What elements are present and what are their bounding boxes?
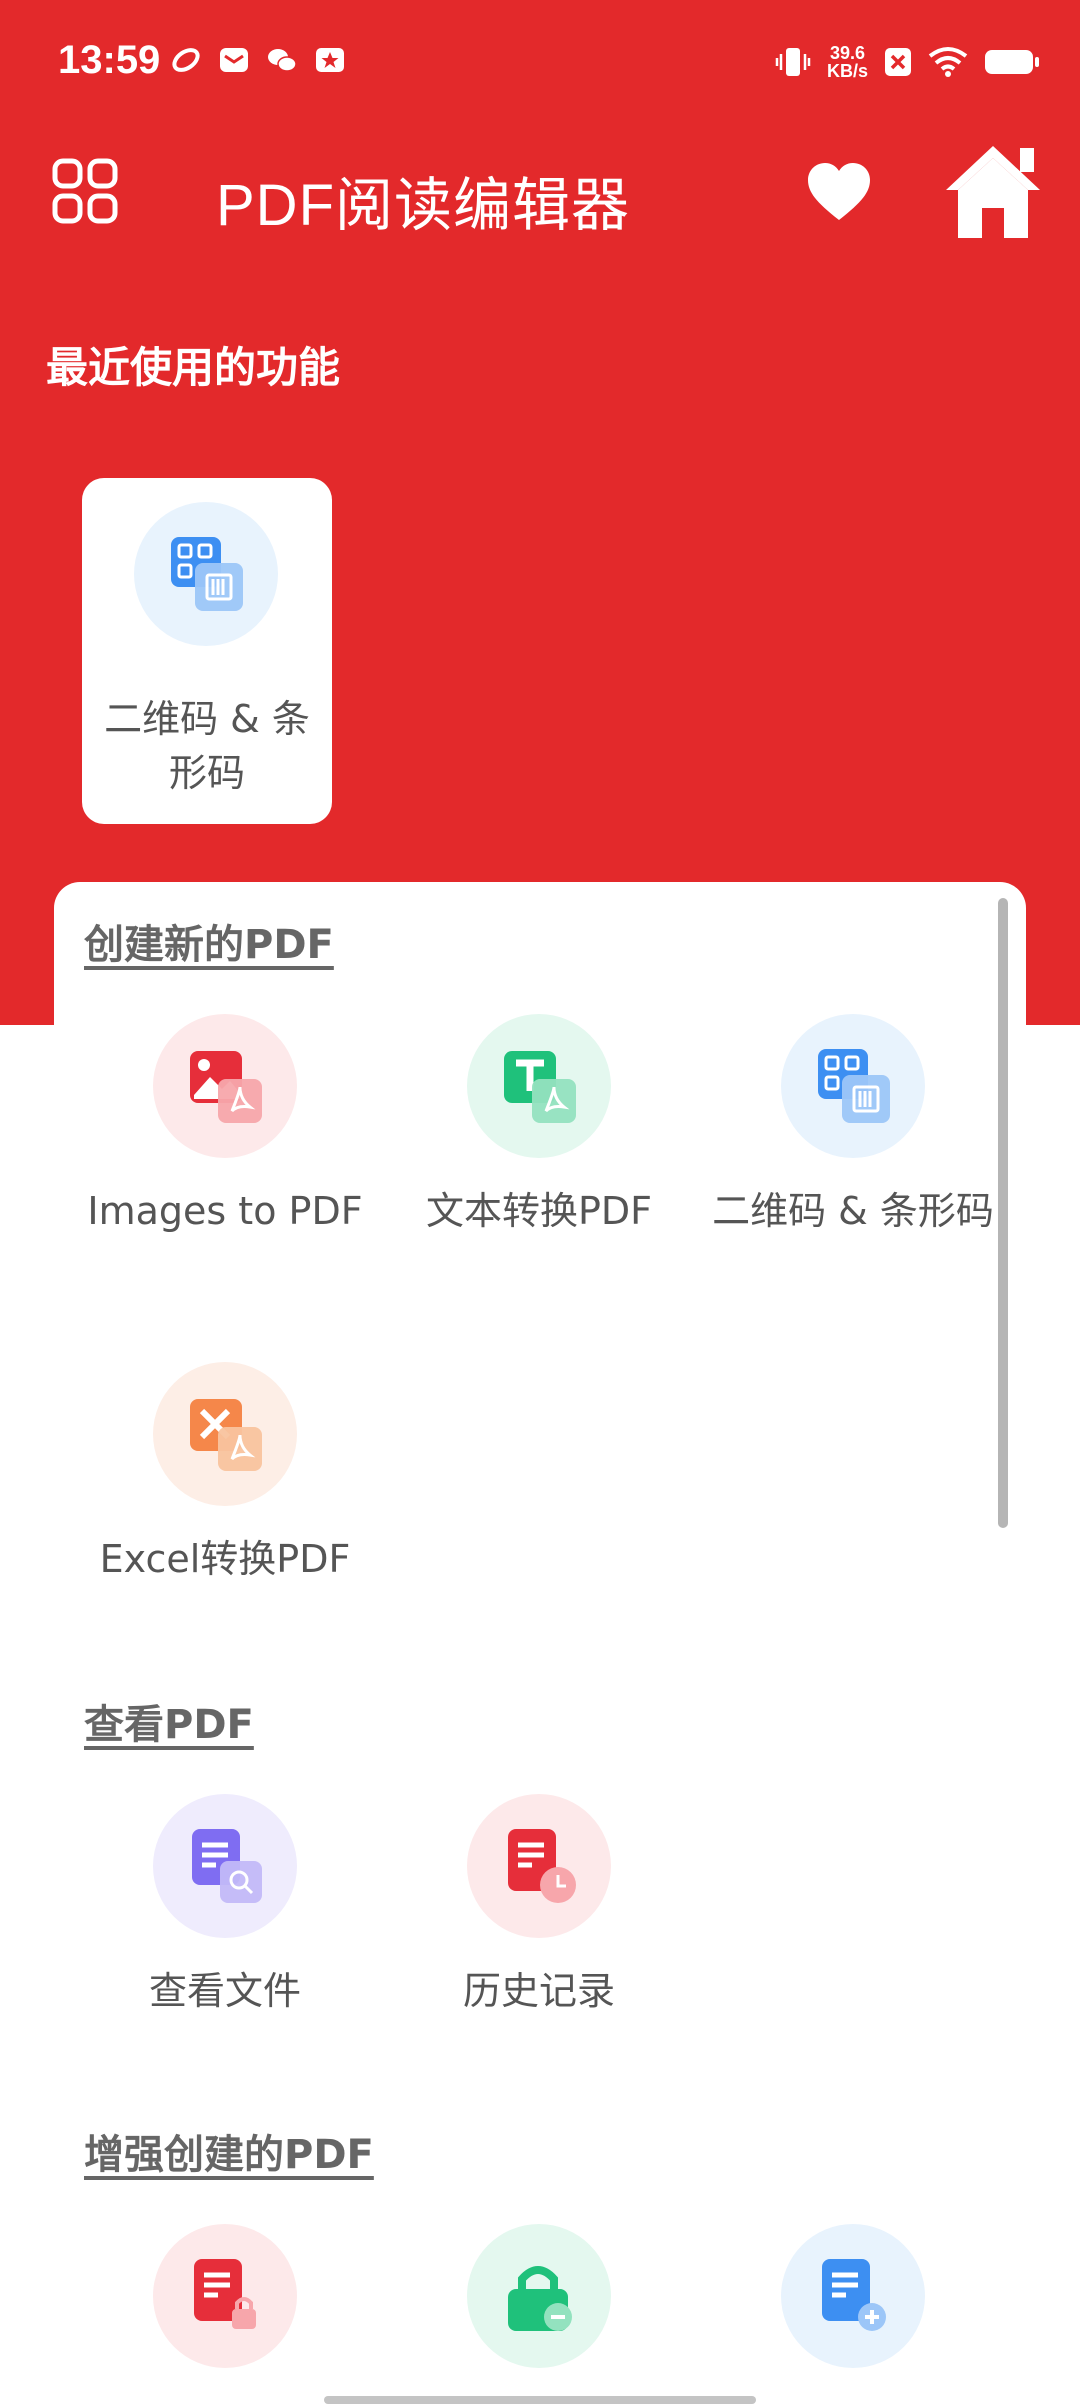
heart-icon [808, 163, 870, 220]
vibrate-icon [775, 44, 811, 80]
tile-qr-barcode[interactable]: 二维码 & 条形码 [696, 1014, 1010, 1238]
tile-history[interactable]: 历史记录 [382, 1794, 696, 2018]
grid-icon [52, 158, 118, 224]
unlock-pdf-icon [467, 2224, 611, 2368]
qr-barcode-icon [134, 502, 278, 646]
add-page-icon [781, 2224, 925, 2368]
tile-label: 查看文件 [148, 1969, 301, 2013]
section-title-enhance: 增强创建的PDF [84, 2132, 374, 2178]
notification-icons [170, 44, 346, 76]
home-indicator[interactable] [324, 2396, 756, 2404]
app-title: PDF阅读编辑器 [216, 173, 631, 238]
tile-label: 历史记录 [462, 1969, 615, 2013]
view-file-icon [153, 1794, 297, 1938]
app-notification-icon [170, 44, 202, 76]
history-icon [467, 1794, 611, 1938]
recent-title: 最近使用的功能 [46, 343, 341, 392]
tile-label: Excel转换PDF [99, 1537, 351, 1581]
battery-icon [984, 48, 1040, 76]
tile-label: 二维码 & 条形码 [712, 1189, 994, 1233]
lock-pdf-icon [153, 2224, 297, 2368]
star-notification-icon [314, 44, 346, 76]
excel-to-pdf-icon [153, 1362, 297, 1506]
status-right: 39.6 KB/s [775, 44, 1040, 80]
tile-excel-to-pdf[interactable]: Excel转换PDF [68, 1362, 382, 1586]
tile-label: Images to PDF [87, 1189, 363, 1233]
status-bar: 13:59 39.6 KB/s [0, 0, 1080, 130]
section-title-view: 查看PDF [84, 1702, 254, 1748]
feature-card: 创建新的PDF Images to PDF 文本转换PDF 二维码 & 条形码 … [54, 882, 1026, 2408]
wifi-icon [928, 46, 968, 78]
net-speed: 39.6 KB/s [826, 43, 868, 81]
home-icon [946, 146, 1040, 238]
qr-barcode-icon [781, 1014, 925, 1158]
tile-add-page[interactable] [696, 2224, 1010, 2394]
mail-notification-icon [218, 44, 250, 76]
tile-view-file[interactable]: 查看文件 [68, 1794, 382, 2018]
home-button[interactable] [940, 140, 1046, 246]
grid-menu-button[interactable] [52, 158, 118, 224]
favorite-button[interactable] [806, 160, 872, 226]
tile-label: 文本转换PDF [425, 1189, 653, 1233]
status-time: 13:59 [58, 38, 161, 82]
section-title-create: 创建新的PDF [84, 922, 334, 968]
image-to-pdf-icon [153, 1014, 297, 1158]
tile-text-to-pdf[interactable]: 文本转换PDF [382, 1014, 696, 1238]
tile-images-to-pdf[interactable]: Images to PDF [68, 1014, 382, 1238]
scrollbar[interactable] [998, 898, 1008, 1528]
recent-item-label: 二维码 & 条形码 [104, 697, 310, 795]
tile-unlock-pdf[interactable] [382, 2224, 696, 2394]
app-bar: PDF阅读编辑器 [0, 130, 1080, 260]
sim-off-icon [884, 47, 912, 77]
wechat-notification-icon [266, 44, 298, 76]
text-to-pdf-icon [467, 1014, 611, 1158]
tile-lock-pdf[interactable] [68, 2224, 382, 2394]
recent-item-qr-barcode[interactable]: 二维码 & 条形码 [82, 478, 332, 824]
